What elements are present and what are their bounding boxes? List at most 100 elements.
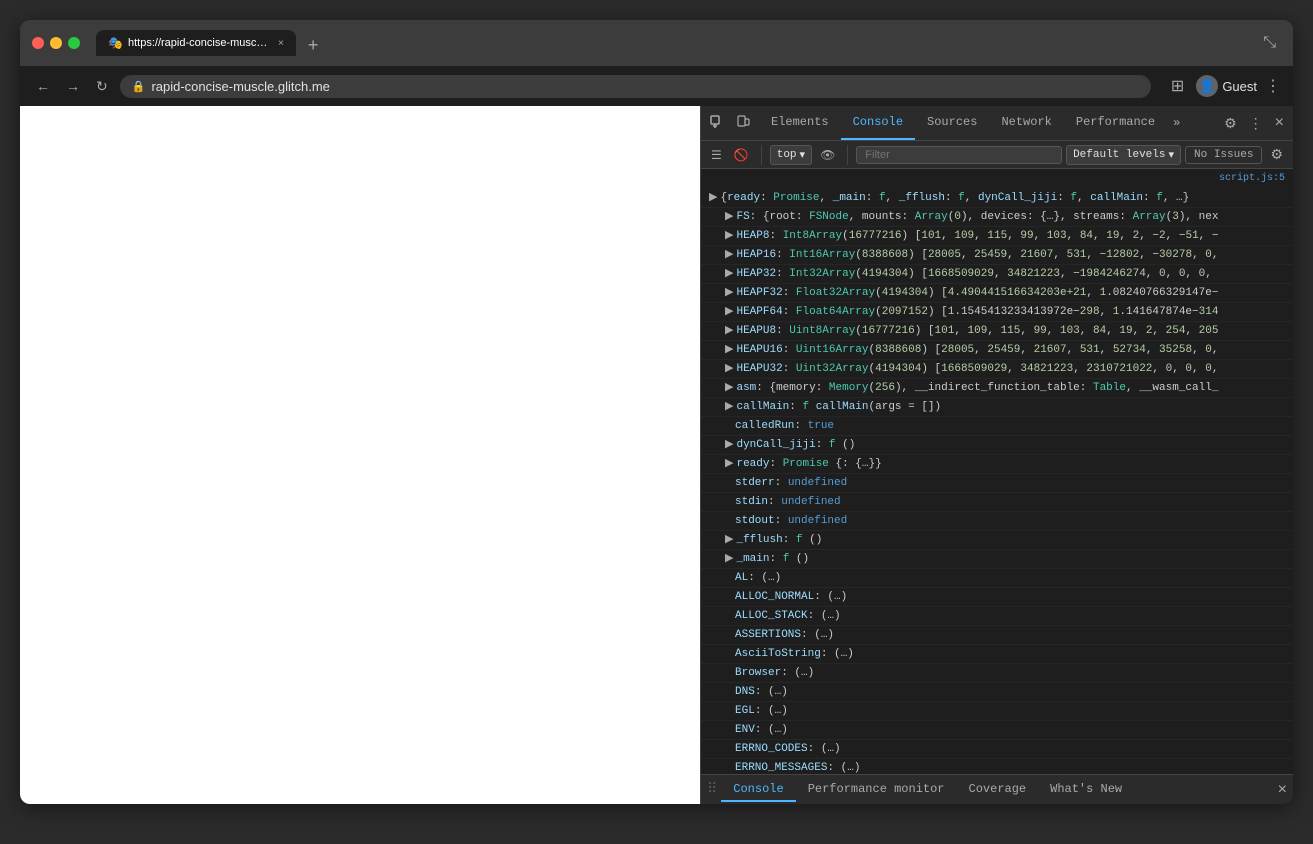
bottom-tab-whats-new[interactable]: What's New — [1038, 778, 1134, 802]
console-line-text: EGL: (…) — [735, 705, 788, 717]
console-line[interactable]: ▶_fflush: f () — [701, 531, 1293, 550]
script-reference: script.js:5 — [701, 169, 1293, 189]
console-line[interactable]: ▶_main: f () — [701, 550, 1293, 569]
console-output[interactable]: script.js:5▶{ready: Promise, _main: f, _… — [701, 169, 1293, 774]
expand-arrow[interactable]: ▶ — [725, 551, 733, 567]
console-line[interactable]: ▶HEAPU8: Uint8Array(16777216) [101, 109,… — [701, 322, 1293, 341]
drag-handle[interactable]: ⠿ — [707, 781, 717, 798]
profile-name: Guest — [1222, 79, 1257, 94]
profile-button[interactable]: 👤 Guest — [1196, 75, 1257, 97]
address-container[interactable]: 🔒 rapid-concise-muscle.glitch.me — [120, 75, 1151, 98]
expand-arrow[interactable]: ▶ — [725, 323, 733, 339]
close-button[interactable] — [32, 37, 44, 49]
console-line-text: HEAPU32: Uint32Array(4194304) [166850902… — [736, 363, 1218, 375]
console-line[interactable]: stdin: undefined — [701, 493, 1293, 512]
console-line[interactable]: ▶dynCall_jiji: f () — [701, 436, 1293, 455]
tab-sources[interactable]: Sources — [915, 106, 989, 140]
console-line-text: HEAPF64: Float64Array(2097152) [1.154541… — [736, 306, 1218, 318]
page-view — [20, 106, 700, 804]
console-line[interactable]: ▶callMain: f callMain(args = []) — [701, 398, 1293, 417]
console-line[interactable]: ▶HEAPF32: Float32Array(4194304) [4.49044… — [701, 284, 1293, 303]
console-line-text: HEAPU16: Uint16Array(8388608) [28005, 25… — [736, 344, 1218, 356]
console-line[interactable]: ERRNO_CODES: (…) — [701, 740, 1293, 759]
expand-arrow[interactable]: ▶ — [725, 285, 733, 301]
context-value: top — [777, 149, 797, 161]
tab-console[interactable]: Console — [841, 106, 915, 140]
console-line[interactable]: ▶{ready: Promise, _main: f, _fflush: f, … — [701, 189, 1293, 208]
expand-arrow[interactable]: ▶ — [725, 266, 733, 282]
bottom-bar-close-button[interactable]: × — [1278, 781, 1287, 799]
console-line[interactable]: EGL: (…) — [701, 702, 1293, 721]
console-line[interactable]: stderr: undefined — [701, 474, 1293, 493]
console-line-text: ERRNO_CODES: (…) — [735, 743, 841, 755]
console-line[interactable]: ▶HEAPU32: Uint32Array(4194304) [16685090… — [701, 360, 1293, 379]
console-line-text: FS: {root: FSNode, mounts: Array(0), dev… — [736, 211, 1218, 223]
console-filter-input[interactable] — [856, 146, 1062, 164]
console-line[interactable]: ENV: (…) — [701, 721, 1293, 740]
devtools-more-button[interactable]: ⋮ — [1244, 111, 1268, 136]
window-restore-icon[interactable]: ⤡ — [1258, 30, 1281, 56]
console-line[interactable]: ▶HEAPF64: Float64Array(2097152) [1.15454… — [701, 303, 1293, 322]
console-line[interactable]: DNS: (…) — [701, 683, 1293, 702]
expand-arrow[interactable]: ▶ — [725, 228, 733, 244]
console-line[interactable]: ERRNO_MESSAGES: (…) — [701, 759, 1293, 774]
console-line[interactable]: ▶asm: {memory: Memory(256), __indirect_f… — [701, 379, 1293, 398]
expand-arrow[interactable]: ▶ — [725, 304, 733, 320]
console-line[interactable]: ▶FS: {root: FSNode, mounts: Array(0), de… — [701, 208, 1293, 227]
tab-performance[interactable]: Performance — [1064, 106, 1167, 140]
console-line[interactable]: ▶HEAP8: Int8Array(16777216) [101, 109, 1… — [701, 227, 1293, 246]
clear-console-button[interactable]: 🚫 — [730, 146, 753, 164]
inspect-element-button[interactable] — [705, 111, 729, 136]
expand-arrow[interactable]: ▶ — [725, 532, 733, 548]
console-line[interactable]: ▶HEAPU16: Uint16Array(8388608) [28005, 2… — [701, 341, 1293, 360]
device-toolbar-button[interactable] — [731, 111, 755, 136]
tab-elements[interactable]: Elements — [759, 106, 841, 140]
console-line[interactable]: AL: (…) — [701, 569, 1293, 588]
tab-close-icon[interactable]: × — [278, 38, 284, 49]
console-sidebar-toggle[interactable]: ☰ — [707, 146, 726, 164]
reload-button[interactable]: ↻ — [92, 76, 112, 97]
eye-icon-button[interactable]: 👁 — [816, 146, 839, 164]
back-button[interactable]: ← — [32, 76, 54, 96]
console-line-text: DNS: (…) — [735, 686, 788, 698]
log-levels-selector[interactable]: Default levels ▾ — [1066, 145, 1181, 165]
minimize-button[interactable] — [50, 37, 62, 49]
expand-arrow[interactable]: ▶ — [725, 456, 733, 472]
maximize-button[interactable] — [68, 37, 80, 49]
devtools-settings-button[interactable]: ⚙ — [1219, 111, 1242, 136]
browser-tab-active[interactable]: 🎭 https://rapid-concise-muscle.g... × — [96, 30, 296, 56]
console-line[interactable]: ▶HEAP32: Int32Array(4194304) [1668509029… — [701, 265, 1293, 284]
console-line[interactable]: Browser: (…) — [701, 664, 1293, 683]
tab-network[interactable]: Network — [989, 106, 1063, 140]
expand-arrow[interactable]: ▶ — [725, 399, 733, 415]
more-tabs-button[interactable]: » — [1167, 106, 1186, 140]
console-line[interactable]: ▶HEAP16: Int16Array(8388608) [28005, 254… — [701, 246, 1293, 265]
expand-arrow[interactable]: ▶ — [709, 190, 717, 206]
expand-arrow[interactable]: ▶ — [725, 380, 733, 396]
console-line-text: stderr: undefined — [735, 477, 847, 489]
expand-arrow[interactable]: ▶ — [725, 209, 733, 225]
new-tab-button[interactable]: + — [300, 35, 327, 56]
expand-arrow[interactable]: ▶ — [725, 437, 733, 453]
console-line[interactable]: calledRun: true — [701, 417, 1293, 436]
console-settings-button[interactable]: ⚙ — [1266, 144, 1287, 165]
devtools-close-button[interactable]: × — [1270, 110, 1289, 136]
expand-arrow[interactable]: ▶ — [725, 342, 733, 358]
console-line[interactable]: ALLOC_STACK: (…) — [701, 607, 1293, 626]
extensions-button[interactable]: ⊞ — [1167, 74, 1188, 98]
console-line[interactable]: AsciiToString: (…) — [701, 645, 1293, 664]
console-line[interactable]: ▶ready: Promise {: {…}} — [701, 455, 1293, 474]
context-selector[interactable]: top ▾ — [770, 145, 812, 165]
expand-arrow[interactable]: ▶ — [725, 361, 733, 377]
bottom-tab-performance-monitor[interactable]: Performance monitor — [796, 778, 957, 802]
devtools-actions: ⚙ ⋮ × — [1215, 110, 1293, 136]
browser-menu-button[interactable]: ⋮ — [1265, 76, 1281, 96]
levels-label: Default levels — [1073, 149, 1165, 161]
expand-arrow[interactable]: ▶ — [725, 247, 733, 263]
console-line[interactable]: ALLOC_NORMAL: (…) — [701, 588, 1293, 607]
console-line[interactable]: ASSERTIONS: (…) — [701, 626, 1293, 645]
bottom-tab-console[interactable]: Console — [721, 778, 795, 802]
console-line[interactable]: stdout: undefined — [701, 512, 1293, 531]
bottom-tab-coverage[interactable]: Coverage — [957, 778, 1039, 802]
forward-button[interactable]: → — [62, 76, 84, 96]
